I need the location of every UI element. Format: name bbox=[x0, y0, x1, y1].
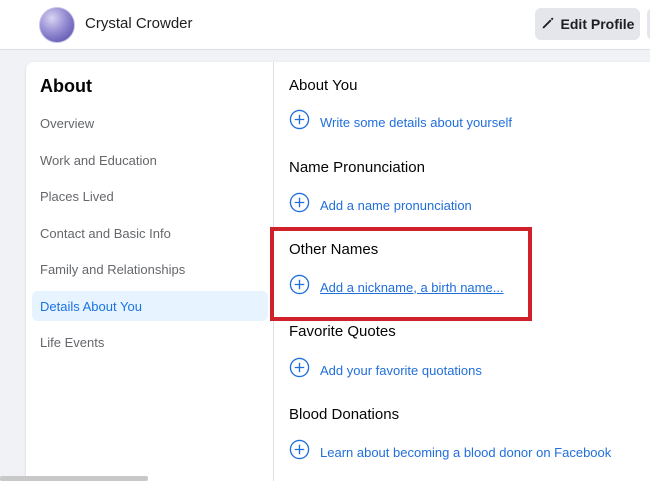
highlight-box bbox=[270, 227, 532, 321]
section-title-blood-donations: Blood Donations bbox=[289, 406, 400, 423]
sidebar-item-work-education[interactable]: Work and Education bbox=[32, 145, 268, 175]
pencil-icon bbox=[541, 16, 555, 33]
sidebar-item-life-events[interactable]: Life Events bbox=[32, 327, 268, 357]
sidebar-item-family[interactable]: Family and Relationships bbox=[32, 254, 268, 284]
blood-donor-info-label: Learn about becoming a blood donor on Fa… bbox=[320, 444, 612, 460]
edit-profile-button[interactable]: Edit Profile bbox=[535, 8, 640, 40]
about-heading: About bbox=[40, 76, 92, 96]
plus-circle-icon bbox=[289, 192, 310, 218]
section-title-about-you: About You bbox=[289, 77, 358, 94]
sidebar-item-details-about-you[interactable]: Details About You bbox=[32, 291, 268, 321]
profile-name[interactable]: Crystal Crowder bbox=[85, 15, 193, 32]
sidebar-item-contact-info[interactable]: Contact and Basic Info bbox=[32, 218, 268, 248]
plus-circle-icon bbox=[289, 109, 310, 135]
avatar[interactable] bbox=[39, 7, 75, 43]
sidebar-item-overview[interactable]: Overview bbox=[32, 108, 268, 138]
add-about-you-link[interactable]: Write some details about yourself bbox=[289, 109, 512, 135]
about-sidebar: About Overview Work and Education Places… bbox=[26, 62, 274, 481]
add-name-pronunciation-link[interactable]: Add a name pronunciation bbox=[289, 192, 472, 218]
section-title-favorite-quotes: Favorite Quotes bbox=[289, 323, 396, 340]
add-name-pronunciation-label: Add a name pronunciation bbox=[320, 197, 472, 213]
add-favorite-quotes-label: Add your favorite quotations bbox=[320, 362, 482, 378]
horizontal-scrollbar[interactable] bbox=[0, 476, 148, 481]
plus-circle-icon bbox=[289, 357, 310, 383]
blood-donor-info-link[interactable]: Learn about becoming a blood donor on Fa… bbox=[289, 439, 611, 465]
edit-profile-label: Edit Profile bbox=[560, 16, 635, 32]
sidebar-item-places-lived[interactable]: Places Lived bbox=[32, 181, 268, 211]
add-about-you-label: Write some details about yourself bbox=[320, 114, 512, 130]
section-title-name-pronunciation: Name Pronunciation bbox=[289, 159, 425, 176]
plus-circle-icon bbox=[289, 439, 310, 465]
add-favorite-quotes-link[interactable]: Add your favorite quotations bbox=[289, 357, 482, 383]
profile-header: Crystal Crowder Edit Profile bbox=[0, 0, 650, 50]
